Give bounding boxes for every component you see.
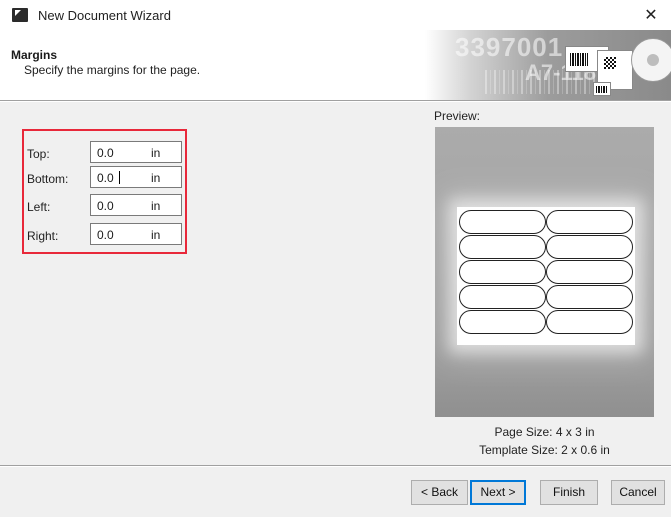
preview-label-cell: [459, 210, 546, 234]
next-button[interactable]: Next >: [470, 480, 526, 505]
preview-label-cell: [546, 285, 633, 309]
preview-label-cell: [546, 210, 633, 234]
title-bar: New Document Wizard ✕: [0, 0, 671, 30]
page-size-text: Page Size: 4 x 3 in: [494, 425, 595, 439]
finish-button[interactable]: Finish: [540, 480, 598, 505]
page-title: Margins: [11, 48, 58, 62]
preview-label-cell: [546, 235, 633, 259]
right-margin-unit: in: [151, 228, 161, 242]
wizard-header: Margins Specify the margins for the page…: [0, 30, 671, 100]
close-icon[interactable]: ✕: [631, 0, 671, 30]
small-barcode-label-icon: [593, 82, 611, 96]
document-icon: [12, 8, 28, 22]
bottom-margin-input[interactable]: 0.0 in: [90, 166, 182, 188]
top-margin-input[interactable]: 0.0 in: [90, 141, 182, 163]
preview-label-cell: [546, 260, 633, 284]
page-subtitle: Specify the margins for the page.: [24, 63, 201, 77]
bottom-margin-label: Bottom:: [27, 172, 69, 186]
window-title: New Document Wizard: [38, 8, 171, 23]
preview-label-cell: [546, 310, 633, 334]
left-margin-label: Left:: [27, 200, 51, 214]
back-button[interactable]: < Back: [411, 480, 468, 505]
left-margin-value: 0.0: [97, 199, 114, 213]
bottom-margin-value: 0.0: [97, 171, 114, 185]
top-margin-value: 0.0: [97, 146, 114, 160]
preview-label-cell: [459, 310, 546, 334]
footer-divider: [0, 465, 671, 467]
header-divider: [0, 100, 671, 102]
template-size-text: Template Size: 2 x 0.6 in: [479, 443, 610, 457]
bottom-margin-unit: in: [151, 171, 161, 185]
banner-barcode: [485, 70, 595, 94]
preview-page: [457, 207, 635, 345]
right-margin-label: Right:: [27, 229, 59, 243]
banner-text-1: 3397001: [455, 32, 564, 62]
preview-label-cell: [459, 260, 546, 284]
text-caret: [119, 171, 120, 184]
disc-label-icon: [631, 38, 671, 82]
top-margin-unit: in: [151, 146, 161, 160]
left-margin-unit: in: [151, 199, 161, 213]
cancel-button[interactable]: Cancel: [611, 480, 665, 505]
preview-label-cell: [459, 235, 546, 259]
header-banner-image: 3397001 A7-118: [425, 30, 671, 100]
top-margin-label: Top:: [27, 147, 50, 161]
preview-pane: [435, 127, 654, 417]
left-margin-input[interactable]: 0.0 in: [90, 194, 182, 216]
preview-label-cell: [459, 285, 546, 309]
preview-label: Preview:: [434, 109, 481, 123]
right-margin-input[interactable]: 0.0 in: [90, 223, 182, 245]
right-margin-value: 0.0: [97, 228, 114, 242]
